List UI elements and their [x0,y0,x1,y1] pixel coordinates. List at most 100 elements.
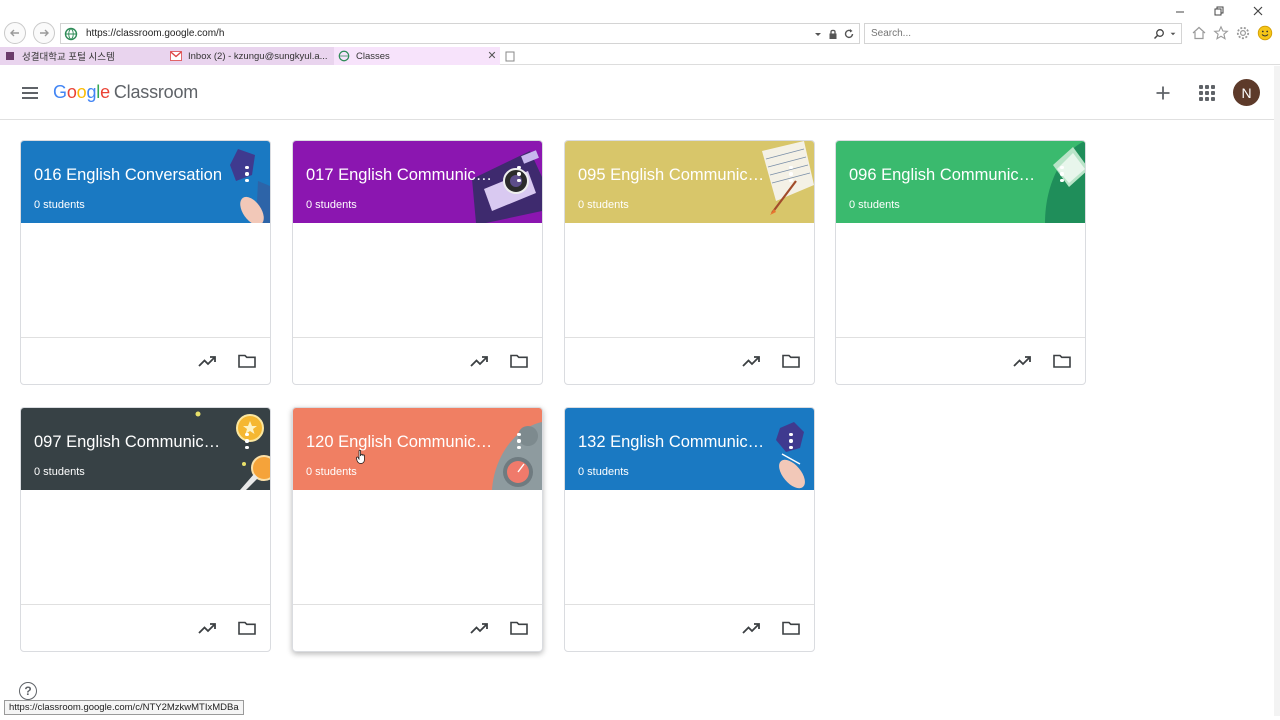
trending-up-icon[interactable] [468,617,490,639]
forward-button[interactable] [33,22,55,44]
class-card[interactable]: 120 English Communication 0 students [292,407,543,652]
back-button[interactable] [4,22,26,44]
tab-label: 성결대학교 포털 시스템 [22,52,115,63]
class-card[interactable]: 132 English Communication 0 students [564,407,815,652]
page-globe-icon [64,27,78,40]
class-name[interactable]: 017 English Communication [306,166,496,185]
class-card-header[interactable]: 096 English Communication 0 students [836,141,1085,223]
more-options-icon[interactable] [788,433,794,449]
address-bar[interactable]: https://classroom.google.com/h [60,23,860,44]
trending-up-icon[interactable] [740,350,762,372]
search-dropdown-icon[interactable] [1169,30,1177,38]
browser-search-box[interactable] [864,23,1182,44]
class-name[interactable]: 097 English Communication [34,433,224,452]
tab-strip: 성결대학교 포털 시스템 Inbox (2) - kzungu@sungkyul… [0,46,1280,65]
class-name[interactable]: 120 English Communication [306,433,496,452]
more-options-icon[interactable] [788,166,794,182]
arrow-left-icon [10,29,19,37]
create-join-class-button[interactable] [1152,82,1174,104]
class-card-header[interactable]: 017 English Communication 0 students [293,141,542,223]
trending-up-icon[interactable] [740,617,762,639]
student-count: 0 students [34,466,85,478]
browser-search-input[interactable] [871,28,1153,39]
class-card-footer [565,604,814,651]
google-apps-icon[interactable] [1196,82,1218,104]
class-card-footer [21,337,270,384]
tab-label: Inbox (2) - kzungu@sungkyul.a... [188,50,328,62]
folder-icon[interactable] [780,350,802,372]
smiley-icon[interactable] [1256,24,1274,42]
home-icon[interactable] [1190,24,1208,42]
new-tab-icon [504,50,516,62]
class-card[interactable]: 016 English Conversation 0 students [20,140,271,385]
help-icon[interactable]: ? [19,682,37,700]
tab-label: Classes [356,50,390,62]
student-count: 0 students [578,466,629,478]
tab-portal[interactable]: 성결대학교 포털 시스템 [0,47,166,65]
class-card-header[interactable]: 095 English Communication 0 students [565,141,814,223]
class-card[interactable]: 017 English Communication 0 students [292,140,543,385]
student-count: 0 students [578,199,629,211]
folder-icon[interactable] [508,617,530,639]
gear-icon[interactable] [1234,24,1252,42]
portal-favicon-icon [4,50,16,62]
status-bar-url: https://classroom.google.com/c/NTY2MzkwM… [4,700,244,715]
folder-icon[interactable] [236,617,258,639]
trending-up-icon[interactable] [1011,350,1033,372]
restore-icon[interactable] [1209,4,1229,18]
avatar[interactable]: N [1233,79,1260,106]
student-count: 0 students [34,199,85,211]
more-options-icon[interactable] [516,166,522,182]
class-card-header[interactable]: 132 English Communication 0 students [565,408,814,490]
navigation-bar: https://classroom.google.com/h [0,22,1280,46]
folder-icon[interactable] [1051,350,1073,372]
more-options-icon[interactable] [244,433,250,449]
page-globe-icon [338,50,350,62]
class-card-footer [293,337,542,384]
new-tab-button[interactable] [502,47,518,65]
folder-icon[interactable] [236,350,258,372]
class-card-header[interactable]: 097 English Communication 0 students [21,408,270,490]
folder-icon[interactable] [508,350,530,372]
more-options-icon[interactable] [1059,166,1065,182]
browser-toolbar [1190,24,1274,42]
trending-up-icon[interactable] [196,617,218,639]
trending-up-icon[interactable] [196,350,218,372]
folder-icon[interactable] [780,617,802,639]
class-name[interactable]: 016 English Conversation [34,166,224,185]
logo-classroom: Classroom [113,82,199,102]
tab-classes[interactable]: Classes [334,47,500,65]
logo-google: Google [53,82,110,102]
close-window-icon[interactable] [1248,4,1268,18]
gmail-icon [170,50,182,62]
class-card-header[interactable]: 016 English Conversation 0 students [21,141,270,223]
refresh-icon[interactable] [843,28,855,40]
tab-inbox[interactable]: Inbox (2) - kzungu@sungkyul.a... [166,47,334,65]
student-count: 0 students [306,199,357,211]
more-options-icon[interactable] [516,433,522,449]
lock-icon[interactable] [827,28,839,40]
trending-up-icon[interactable] [468,350,490,372]
app-header: Google Classroom N [0,66,1274,120]
class-card[interactable]: 096 English Communication 0 students [835,140,1086,385]
star-icon[interactable] [1212,24,1230,42]
google-classroom-logo[interactable]: Google Classroom [53,82,198,103]
more-options-icon[interactable] [244,166,250,182]
chevron-down-icon[interactable] [813,29,823,39]
close-tab-icon[interactable]: ✕ [486,49,498,62]
class-card-footer [21,604,270,651]
main-menu-icon[interactable] [18,83,42,103]
plus-icon [1156,86,1170,100]
class-name[interactable]: 095 English Communication [578,166,768,185]
address-url: https://classroom.google.com/h [86,28,225,39]
hand-cursor-icon [356,450,365,464]
search-icon[interactable] [1153,28,1165,40]
class-name[interactable]: 132 English Communication [578,433,768,452]
class-card-header[interactable]: 120 English Communication 0 students [293,408,542,490]
minimize-icon[interactable] [1170,4,1190,18]
class-card-footer [836,337,1085,384]
page-scrollbar[interactable] [1274,66,1280,716]
class-card[interactable]: 097 English Communication 0 students [20,407,271,652]
class-card[interactable]: 095 English Communication 0 students [564,140,815,385]
class-name[interactable]: 096 English Communication [849,166,1039,185]
